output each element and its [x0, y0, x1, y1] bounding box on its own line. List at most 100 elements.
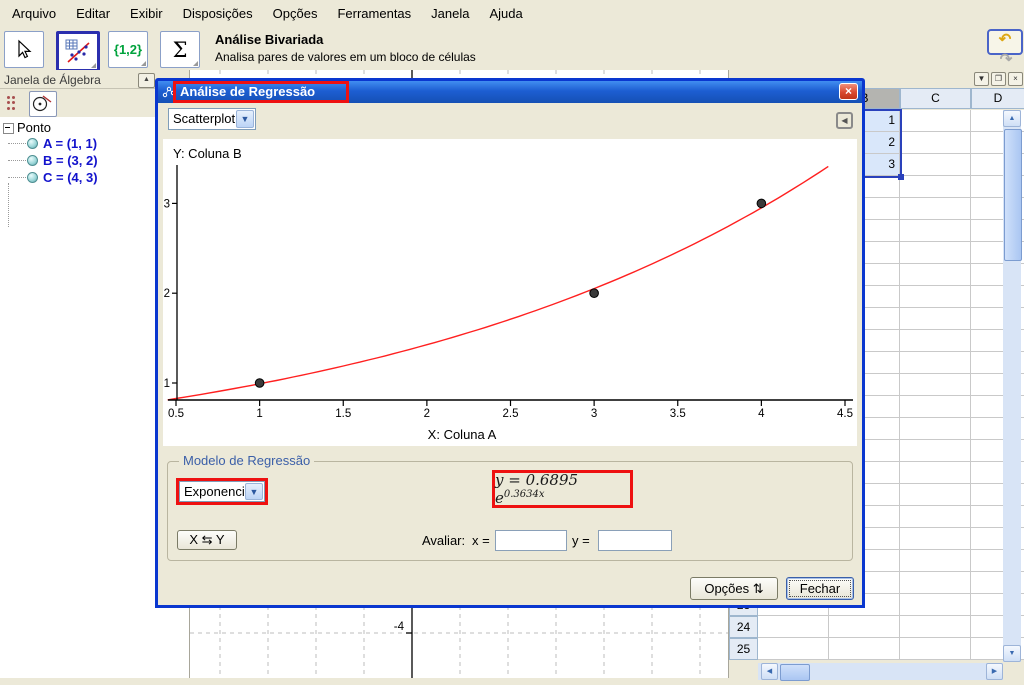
- x-equals-label: x =: [472, 533, 490, 548]
- point-bullet-icon[interactable]: [27, 138, 38, 149]
- panel-menu-button[interactable]: ▼: [974, 72, 989, 86]
- point-bullet-icon[interactable]: [27, 155, 38, 166]
- cell-c11[interactable]: [900, 330, 971, 352]
- cell-c8[interactable]: [900, 264, 971, 286]
- cell-b25[interactable]: [829, 638, 900, 660]
- data-point[interactable]: [757, 199, 766, 208]
- close-dialog-button[interactable]: Fechar: [786, 577, 854, 600]
- cell-c25[interactable]: [900, 638, 971, 660]
- close-icon: ×: [1013, 74, 1018, 83]
- cell-c1[interactable]: [900, 110, 971, 132]
- panel-close-button[interactable]: ×: [1008, 72, 1023, 86]
- vertical-scroll-thumb[interactable]: [1004, 129, 1022, 261]
- regression-model-label: Modelo de Regressão: [179, 453, 314, 468]
- cell-a24[interactable]: [758, 616, 829, 638]
- evaluate-label: Avaliar:: [422, 533, 465, 548]
- collapse-expander-icon[interactable]: [3, 123, 14, 134]
- cell-c5[interactable]: [900, 198, 971, 220]
- cell-c22[interactable]: [900, 572, 971, 594]
- svg-text:2: 2: [424, 408, 430, 420]
- cell-a25[interactable]: [758, 638, 829, 660]
- menu-arquivo[interactable]: Arquivo: [2, 2, 66, 25]
- bivariate-scatter-icon: [65, 39, 91, 65]
- cell-c7[interactable]: [900, 242, 971, 264]
- point-label: A = (1, 1): [43, 136, 97, 151]
- cell-c17[interactable]: [900, 462, 971, 484]
- svg-text:4: 4: [758, 408, 765, 420]
- svg-text:2.5: 2.5: [503, 408, 519, 420]
- cell-c10[interactable]: [900, 308, 971, 330]
- redo-button[interactable]: ↷: [993, 53, 1019, 69]
- cell-c13[interactable]: [900, 374, 971, 396]
- row-header-24[interactable]: 24: [729, 616, 758, 638]
- cell-c9[interactable]: [900, 286, 971, 308]
- cell-c14[interactable]: [900, 396, 971, 418]
- column-header-c[interactable]: C: [900, 88, 971, 109]
- scatterplot: 0.511.522.533.544.5123: [163, 139, 857, 446]
- horizontal-scroll-thumb[interactable]: [780, 664, 810, 681]
- cursor-arrow-icon: [13, 39, 35, 61]
- cell-c18[interactable]: [900, 484, 971, 506]
- cell-c19[interactable]: [900, 506, 971, 528]
- scroll-right-icon[interactable]: ▶: [986, 663, 1003, 680]
- tool-subtitle: Analisa pares de valores em um bloco de …: [215, 50, 476, 64]
- cell-c24[interactable]: [900, 616, 971, 638]
- cell-c15[interactable]: [900, 418, 971, 440]
- data-point[interactable]: [255, 379, 264, 388]
- collapse-panel-button[interactable]: ▲: [138, 73, 155, 88]
- auxiliary-objects-button[interactable]: [29, 91, 57, 117]
- options-label: Opções: [704, 581, 749, 596]
- plot-type-dropdown[interactable]: Scatterplot ▼: [168, 108, 256, 130]
- menu-ferramentas[interactable]: Ferramentas: [327, 2, 421, 25]
- scatterplot-panel: Y: Coluna B 0.511.522.533.544.5123 X: Co…: [163, 139, 857, 446]
- cell-c16[interactable]: [900, 440, 971, 462]
- menu-opcoes[interactable]: Opções: [263, 2, 328, 25]
- cell-c23[interactable]: [900, 594, 971, 616]
- tree-connector: [8, 183, 9, 227]
- dialog-close-button[interactable]: ×: [839, 83, 858, 100]
- panel-restore-button[interactable]: ❐: [991, 72, 1006, 86]
- menu-exibir[interactable]: Exibir: [120, 2, 173, 25]
- data-point[interactable]: [590, 289, 599, 298]
- point-bullet-icon[interactable]: [27, 172, 38, 183]
- svg-text:1: 1: [164, 378, 170, 390]
- cell-c20[interactable]: [900, 528, 971, 550]
- menu-janela[interactable]: Janela: [421, 2, 479, 25]
- cell-c4[interactable]: [900, 176, 971, 198]
- annotation-box-model: [176, 478, 268, 505]
- column-header-d[interactable]: D: [971, 88, 1024, 109]
- bivariate-analysis-tool-button[interactable]: [56, 31, 100, 72]
- menu-disposicoes[interactable]: Disposições: [173, 2, 263, 25]
- menu-ajuda[interactable]: Ajuda: [479, 2, 532, 25]
- svg-text:4.5: 4.5: [837, 408, 853, 420]
- regression-equation: y = 0.6895 e0.3634x: [492, 470, 633, 508]
- menu-editar[interactable]: Editar: [66, 2, 120, 25]
- cell-c6[interactable]: [900, 220, 971, 242]
- cell-c12[interactable]: [900, 352, 971, 374]
- options-button[interactable]: Opções ⇅: [690, 577, 778, 600]
- selection-fill-handle[interactable]: [898, 174, 904, 180]
- move-tool-button[interactable]: [4, 31, 44, 68]
- regression-analysis-dialog: Análise de Regressão × Scatterplot ▼ ◀ Y…: [155, 78, 865, 608]
- tree-group-label: Ponto: [17, 120, 51, 135]
- point-label: B = (3, 2): [43, 153, 98, 168]
- grip-dots-icon[interactable]: [7, 96, 17, 110]
- chevron-down-icon: ▼: [236, 110, 254, 128]
- evaluate-x-input[interactable]: [495, 530, 567, 551]
- sum-tool-button[interactable]: Σ: [160, 31, 200, 68]
- toggle-side-panel-button[interactable]: ◀: [836, 112, 853, 129]
- menu-bar: ArquivoEditarExibirDisposiçõesOpçõesFerr…: [0, 0, 1024, 27]
- evaluate-y-input[interactable]: [598, 530, 672, 551]
- cell-c21[interactable]: [900, 550, 971, 572]
- one-variable-analysis-tool-button[interactable]: {1,2}: [108, 31, 148, 68]
- plot-type-value: Scatterplot: [173, 111, 235, 126]
- scroll-down-icon[interactable]: ▼: [1003, 645, 1021, 662]
- scroll-left-icon[interactable]: ◀: [761, 663, 778, 680]
- collapse-arrow-icon: ▲: [143, 76, 150, 83]
- cell-c2[interactable]: [900, 132, 971, 154]
- scroll-up-icon[interactable]: ▲: [1003, 110, 1021, 127]
- cell-c3[interactable]: [900, 154, 971, 176]
- cell-b24[interactable]: [829, 616, 900, 638]
- row-header-25[interactable]: 25: [729, 638, 758, 660]
- swap-xy-button[interactable]: X ⇆ Y: [177, 530, 237, 550]
